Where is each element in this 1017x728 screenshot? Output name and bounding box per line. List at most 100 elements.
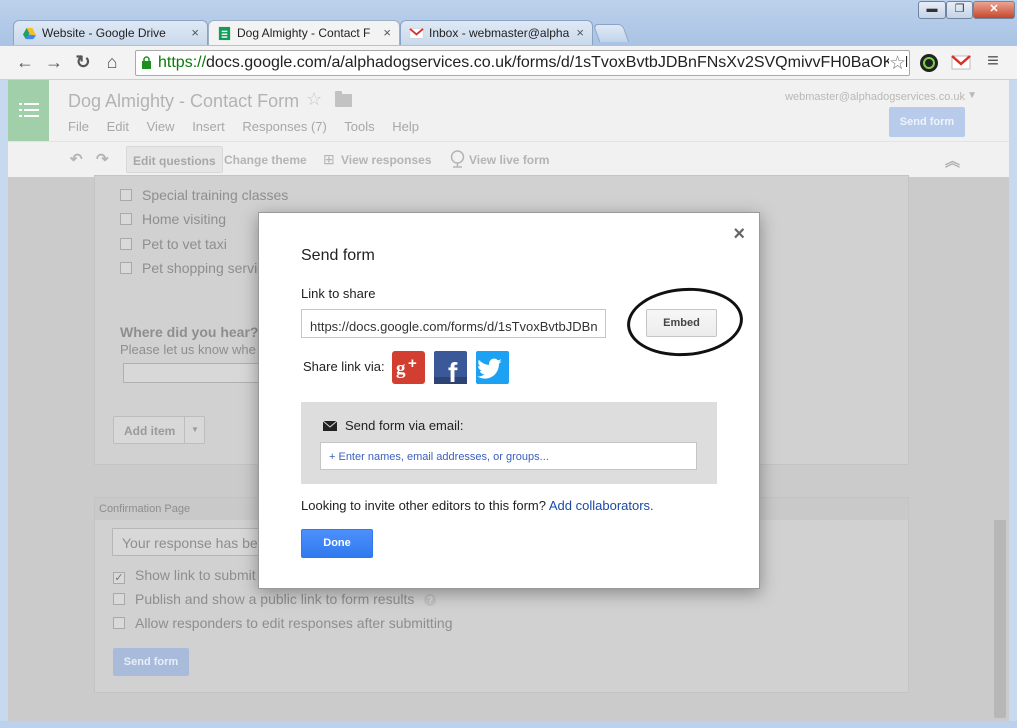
menu-icon[interactable]: ≡ [982,50,1004,73]
window-close-button[interactable]: ✕ [973,1,1015,19]
view-live-form-button[interactable]: View live form [469,153,549,167]
menu-edit[interactable]: Edit [107,119,129,134]
checkbox-icon[interactable] [120,213,132,225]
svg-text:f: f [448,357,458,384]
option-label: Publish and show a public link to form r… [135,591,415,607]
maximize-button[interactable]: ❐ [946,1,973,19]
chevron-down-icon[interactable]: ▼ [967,90,977,101]
checkbox-option[interactable]: Special training classes [120,187,288,203]
checkbox-icon[interactable] [113,617,125,629]
extension-circle-icon[interactable] [919,53,939,73]
confirmation-title: Confirmation Page [99,503,191,515]
publish-results-option[interactable]: Publish and show a public link to form r… [113,591,437,607]
checkbox-icon[interactable] [120,262,132,274]
option-label: Allow responders to edit responses after… [135,615,453,631]
undo-icon[interactable]: ↶ [70,150,83,168]
send-form-bottom-button[interactable]: Send form [113,648,189,676]
edit-questions-button[interactable]: Edit questions [126,146,223,173]
document-title[interactable]: Dog Almighty - Contact Form [68,91,299,112]
gmail-icon [409,28,424,39]
checkbox-option[interactable]: Pet to vet taxi [120,236,227,252]
done-button[interactable]: Done [301,529,373,558]
lock-icon [142,56,151,69]
window-bottom-frame [0,721,1017,728]
menu-bar: File Edit View Insert Responses (7) Tool… [68,119,433,134]
invite-question: Looking to invite other editors to this … [301,498,546,513]
scrollbar[interactable] [994,520,1006,718]
send-form-dialog: × Send form Link to share Embed Share li… [258,212,760,589]
star-icon[interactable]: ☆ [306,89,322,110]
svg-text:g: g [396,358,406,379]
reload-icon[interactable]: ↻ [72,52,94,73]
browser-toolbar: ← → ↻ ⌂ https://docs.google.com/a/alphad… [0,46,1017,80]
gmail-extension-icon[interactable] [951,54,971,71]
redo-icon[interactable]: ↷ [96,150,109,168]
forms-logo[interactable] [8,80,49,141]
menu-view[interactable]: View [147,119,175,134]
close-tab-icon[interactable]: × [576,25,584,40]
tab-title: Website - Google Drive [42,26,166,40]
share-via-label: Share link via: [303,359,385,374]
checkbox-icon[interactable] [120,238,132,250]
question-title: Where did you hear? [120,324,259,340]
twitter-icon[interactable] [476,351,509,384]
facebook-icon[interactable]: f [434,351,467,384]
table-icon: ⊞ [323,151,335,167]
question-help-text: Please let us know whe [120,342,256,357]
google-plus-icon[interactable]: g + [392,351,425,384]
allow-edit-option[interactable]: Allow responders to edit responses after… [113,615,453,631]
menu-file[interactable]: File [68,119,89,134]
url-scheme: https:// [158,54,207,71]
close-icon[interactable]: × [733,223,745,246]
back-icon[interactable]: ← [14,52,36,73]
folder-icon[interactable] [335,91,352,107]
browser-title-bar: Website - Google Drive × Dog Almighty - … [0,0,1017,46]
tab-title: Inbox - webmaster@alpha [429,26,570,40]
tab-google-drive[interactable]: Website - Google Drive × [13,20,208,45]
email-recipients-input[interactable]: + Enter names, email addresses, or group… [320,442,697,470]
menu-insert[interactable]: Insert [192,119,225,134]
link-to-share-label: Link to share [301,286,376,301]
help-icon[interactable]: ? [424,594,437,606]
forms-list-icon [19,103,39,117]
collapse-icon[interactable]: ︽ [945,150,960,171]
close-tab-icon[interactable]: × [191,25,199,40]
checkbox-icon[interactable] [120,189,132,201]
checkbox-option[interactable]: Home visiting [120,211,226,227]
embed-button[interactable]: Embed [646,309,717,337]
chevron-down-icon[interactable]: ▼ [184,417,205,443]
checkbox-option[interactable]: Pet shopping service [120,260,272,276]
checked-checkbox-icon[interactable]: ✓ [113,572,125,584]
account-email[interactable]: webmaster@alphadogservices.co.uk [785,91,965,103]
tab-contact-form[interactable]: Dog Almighty - Contact F × [208,20,400,45]
email-share-label: Send form via email: [345,418,464,433]
menu-responses[interactable]: Responses (7) [242,119,327,134]
share-link-input[interactable] [301,309,606,338]
send-form-button[interactable]: Send form [889,107,965,137]
option-label: Special training classes [142,187,289,203]
new-tab-button[interactable] [592,24,630,42]
add-collaborators-link[interactable]: Add collaborators. [549,498,654,513]
forms-header: Dog Almighty - Contact Form ☆ File Edit … [8,80,1009,177]
google-drive-icon [22,27,37,40]
minimize-button[interactable]: ▬ [918,1,946,19]
change-theme-button[interactable]: Change theme [224,153,307,167]
checkbox-icon[interactable] [113,593,125,605]
home-icon[interactable]: ⌂ [101,52,123,73]
google-forms-icon [218,26,231,41]
menu-help[interactable]: Help [392,119,419,134]
tab-gmail-inbox[interactable]: Inbox - webmaster@alpha × [400,20,593,45]
menu-tools[interactable]: Tools [344,119,374,134]
address-bar[interactable]: https://docs.google.com/a/alphadogservic… [135,50,910,76]
close-tab-icon[interactable]: × [383,25,391,40]
bookmark-star-icon[interactable]: ☆ [888,52,906,75]
show-link-option[interactable]: ✓ Show link to submit a [113,567,267,584]
add-item-label: Add item [124,424,176,438]
option-label: Home visiting [142,211,227,227]
invite-editors-text: Looking to invite other editors to this … [301,498,654,513]
view-responses-button[interactable]: View responses [341,153,432,167]
option-label: Show link to submit a [135,567,268,583]
forward-icon[interactable]: → [43,52,65,73]
tab-title: Dog Almighty - Contact F [237,26,371,40]
add-item-button[interactable]: Add item ▼ [113,416,205,444]
